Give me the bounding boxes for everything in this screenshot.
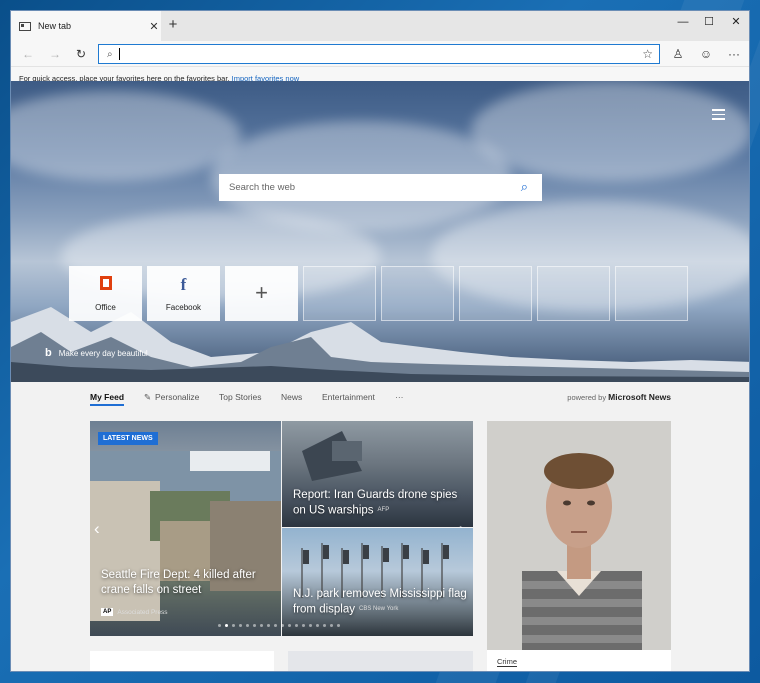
- search-icon[interactable]: ⌕: [521, 179, 528, 195]
- story-card-flag[interactable]: N.J. park removes Mississippi flag from …: [282, 528, 473, 636]
- news-card-partial[interactable]: [288, 651, 473, 671]
- category-link-crime[interactable]: Crime: [497, 657, 517, 667]
- tab-news[interactable]: News: [281, 392, 302, 402]
- text-caret: [118, 48, 120, 60]
- carousel-dot[interactable]: [337, 624, 340, 627]
- hero-background: Search the web ⌕ Office f Facebook + b M…: [11, 81, 749, 382]
- tab-title: New tab: [38, 21, 72, 31]
- carousel-dot[interactable]: [260, 624, 263, 627]
- empty-tile[interactable]: [303, 266, 376, 321]
- cloud-shape: [471, 81, 749, 181]
- carousel-dot[interactable]: [218, 624, 221, 627]
- tile-office[interactable]: Office: [69, 266, 142, 321]
- tagline-text: Make every day beautiful: [58, 348, 148, 358]
- carousel-dot[interactable]: [267, 624, 270, 627]
- facebook-icon: f: [180, 275, 187, 294]
- address-bar-row: ← → ↻ ⌕ ☆ ♙ ☺ ···: [11, 41, 749, 67]
- page-settings-menu-icon[interactable]: [712, 109, 725, 123]
- office-icon: [69, 275, 142, 295]
- more-button[interactable]: ···: [724, 45, 744, 63]
- carousel-dot[interactable]: [323, 624, 326, 627]
- new-tab-button[interactable]: +: [163, 15, 183, 35]
- maximize-button[interactable]: ☐: [695, 11, 723, 33]
- top-sites: Office f Facebook +: [69, 266, 688, 321]
- tab-top-stories[interactable]: Top Stories: [219, 392, 262, 402]
- minimize-button[interactable]: —: [669, 11, 697, 33]
- story-card-main[interactable]: LATEST NEWS Seattle Fire Dept: 4 killed …: [90, 421, 281, 636]
- favorite-star-icon[interactable]: ☆: [642, 47, 653, 61]
- empty-tile[interactable]: [459, 266, 532, 321]
- browser-window: New tab ✕ + — ☐ ✕ ← → ↻ ⌕ ☆ ♙ ☺ ··· For …: [10, 10, 750, 672]
- bing-logo-icon: b: [45, 347, 52, 359]
- harbor-scene: [90, 451, 281, 621]
- news-card-crime[interactable]: Crime: [487, 421, 671, 671]
- story-headline: N.J. park removes Mississippi flag from …: [293, 588, 467, 616]
- carousel-dot[interactable]: [316, 624, 319, 627]
- carousel-dot[interactable]: [295, 624, 298, 627]
- search-placeholder: Search the web: [229, 182, 296, 193]
- powered-prefix: powered by: [567, 393, 607, 402]
- carousel-dot[interactable]: [288, 624, 291, 627]
- bing-tagline[interactable]: b Make every day beautiful: [45, 347, 148, 359]
- web-search-input[interactable]: Search the web ⌕: [219, 174, 542, 201]
- pencil-icon: ✎: [144, 392, 152, 402]
- plus-icon: +: [255, 280, 268, 305]
- latest-news-badge: LATEST NEWS: [98, 432, 158, 445]
- close-window-button[interactable]: ✕: [722, 11, 749, 33]
- empty-tile[interactable]: [381, 266, 454, 321]
- empty-tile[interactable]: [537, 266, 610, 321]
- ap-logo-icon: AP: [101, 608, 114, 616]
- tile-facebook[interactable]: f Facebook: [147, 266, 220, 321]
- carousel-dot[interactable]: [309, 624, 312, 627]
- address-input[interactable]: ⌕ ☆: [98, 44, 660, 64]
- powered-brand: Microsoft News: [608, 392, 671, 402]
- portrait-image: [487, 421, 671, 650]
- story-headline: Seattle Fire Dept: 4 killed after crane …: [101, 569, 256, 596]
- search-icon: ⌕: [107, 48, 113, 60]
- powered-by-label: powered by Microsoft News: [567, 392, 671, 402]
- profile-button[interactable]: ♙: [668, 45, 688, 63]
- add-site-tile[interactable]: +: [225, 266, 298, 321]
- feedback-button[interactable]: ☺: [696, 45, 716, 63]
- carousel-dot[interactable]: [239, 624, 242, 627]
- empty-tile[interactable]: [615, 266, 688, 321]
- more-categories-button[interactable]: ···: [395, 392, 404, 402]
- forward-button[interactable]: →: [46, 45, 64, 63]
- flags-scene: [301, 543, 449, 598]
- carousel-dot[interactable]: [330, 624, 333, 627]
- carousel-dot[interactable]: [302, 624, 305, 627]
- tab-close-icon[interactable]: ✕: [147, 20, 161, 33]
- carousel-prev-button[interactable]: ‹: [94, 519, 100, 539]
- cloud-shape: [11, 91, 241, 181]
- tile-label: Facebook: [165, 303, 202, 312]
- carousel-dot[interactable]: [253, 624, 256, 627]
- carousel-dots: [218, 624, 340, 627]
- back-button[interactable]: ←: [19, 45, 37, 63]
- carousel-dot[interactable]: [246, 624, 249, 627]
- tile-label: Office: [95, 303, 116, 312]
- refresh-button[interactable]: ↻: [72, 45, 90, 63]
- story-source: AP Associated Press: [101, 608, 168, 616]
- tab-personalize[interactable]: Personalize: [155, 392, 199, 402]
- carousel-dot[interactable]: [281, 624, 284, 627]
- carousel-dot[interactable]: [274, 624, 277, 627]
- story-photo: [487, 421, 671, 650]
- tab-entertainment[interactable]: Entertainment: [322, 392, 375, 402]
- tab-page-icon: [19, 21, 31, 31]
- tab-my-feed[interactable]: My Feed: [90, 392, 125, 406]
- feed-navigation: My Feed ✎ Personalize Top Stories News E…: [11, 382, 749, 412]
- tab-new-tab[interactable]: New tab ✕: [11, 11, 161, 41]
- story-headline: Report: Iran Guards drone spies on US wa…: [293, 489, 458, 517]
- carousel-dot[interactable]: [225, 624, 228, 627]
- news-card-partial[interactable]: [90, 651, 274, 671]
- story-card-iran[interactable]: Report: Iran Guards drone spies on US wa…: [282, 421, 473, 538]
- news-carousel: LATEST NEWS Seattle Fire Dept: 4 killed …: [90, 421, 473, 636]
- carousel-dot[interactable]: [232, 624, 235, 627]
- title-bar: New tab ✕ + — ☐ ✕: [11, 11, 749, 41]
